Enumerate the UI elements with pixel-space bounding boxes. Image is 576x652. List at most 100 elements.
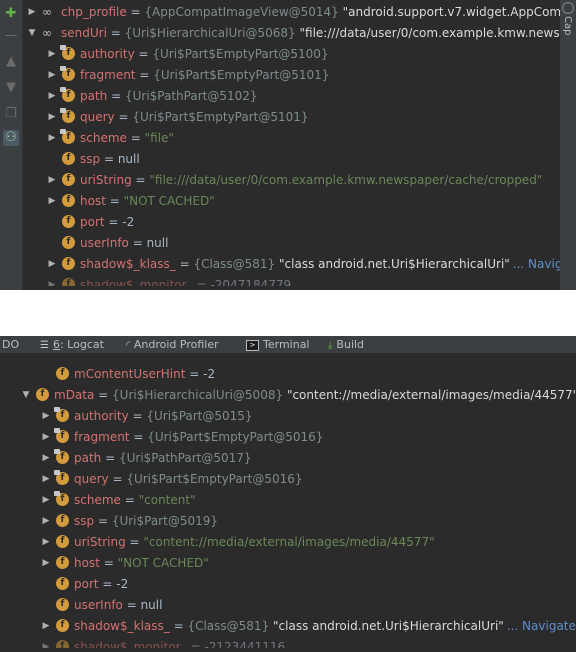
tree-row[interactable]: ▼ ∞ sendUri = {Uri$HierarchicalUri@5068} "… — [26, 23, 576, 44]
tree-row[interactable]: f mContentUserHint = -2 — [40, 364, 215, 385]
field-value: "content://media/external/images/media/4… — [143, 535, 435, 549]
equals-sign: = — [169, 619, 188, 633]
move-down-icon[interactable]: ▼ — [3, 80, 19, 96]
equals-sign: = — [134, 47, 153, 61]
field-name: shadow$_klass_ — [80, 257, 176, 271]
field-value: "content" — [138, 493, 196, 507]
object-reference-icon: ∞ — [42, 26, 52, 40]
tree-row[interactable]: ▶ f host = "NOT CACHED" — [40, 553, 209, 574]
tree-row[interactable]: ▶ f query = {Uri$Part$EmptyPart@5101} — [46, 107, 309, 128]
terminal-tab[interactable]: > Terminal — [246, 336, 310, 353]
tree-row[interactable]: ▶ f fragment = {Uri$Part$EmptyPart@5101} — [46, 65, 329, 86]
field-value: "content://media/external/images/media/4… — [286, 388, 576, 402]
type-reference: {Uri$HierarchicalUri@5008} — [112, 388, 284, 402]
field-value: -2 — [203, 367, 216, 381]
equals-sign: = — [114, 110, 133, 124]
logcat-tab[interactable]: ☰ 6: Logcat — [40, 336, 104, 354]
expand-arrow-icon[interactable]: ▶ — [40, 490, 52, 511]
navigate-link[interactable]: ... Navigate — [507, 619, 576, 633]
expand-arrow-icon[interactable]: ▶ — [46, 44, 58, 65]
type-reference: {Uri$Part$EmptyPart@5016} — [126, 472, 303, 486]
right-tool-strip: Cap — [560, 0, 576, 290]
tree-row[interactable]: ▶ f host = "NOT CACHED" — [46, 191, 215, 212]
build-tab-label: Build — [336, 338, 365, 351]
expand-arrow-icon[interactable]: ▶ — [40, 553, 52, 574]
tree-row[interactable]: ▶ f shadow$_klass_ = {Class@581} "class an… — [46, 254, 576, 275]
remove-watch-icon[interactable]: — — [3, 28, 19, 44]
tree-row[interactable]: ▶ f ssp = {Uri$Part@5019} — [40, 511, 218, 532]
expand-arrow-icon[interactable]: ▶ — [46, 128, 58, 149]
final-field-icon: f — [54, 470, 69, 485]
debugger-variables-panel-bottom: DO ☰ 6: Logcat ◜ Android Profiler > Termina… — [0, 336, 576, 652]
tree-row[interactable]: ▶ f fragment = {Uri$Part$EmptyPart@5016} — [40, 427, 323, 448]
field-name: host — [74, 556, 100, 570]
expand-arrow-icon[interactable]: ▶ — [46, 191, 58, 212]
tree-row[interactable]: ▶ f shadow$_klass_ = {Class@581} "class an… — [40, 616, 576, 637]
expand-arrow-icon[interactable]: ▶ — [40, 448, 52, 469]
field-icon: f — [62, 278, 75, 286]
expand-arrow-icon[interactable]: ▶ — [40, 469, 52, 490]
expand-arrow-icon[interactable]: ▶ — [40, 532, 52, 553]
field-value: "android.support.v7.widget.AppCompatImag — [342, 5, 576, 19]
tree-row[interactable]: ▶ ∞ chp_profile = {AppCompatImageView@5014… — [26, 2, 576, 23]
field-icon: f — [62, 194, 75, 207]
expand-arrow-icon[interactable]: ▶ — [46, 170, 58, 191]
tree-row[interactable]: ▶ f path = {Uri$PathPart@5017} — [40, 448, 252, 469]
equals-sign: = — [101, 451, 119, 465]
tree-row[interactable]: ▶ f shadow$_monitor_ = -2123441116 — [40, 637, 285, 648]
tree-row[interactable]: ▶ f shadow$_monitor_ = -2047184779 — [46, 275, 291, 286]
watches-toggle-icon[interactable]: ⚇ — [3, 130, 19, 146]
todo-tab[interactable]: DO — [2, 336, 19, 353]
captures-tab[interactable]: Cap — [562, 16, 573, 35]
tree-row[interactable]: f port = -2 — [40, 574, 128, 595]
field-value: "class android.net.Uri$HierarchicalUri" — [279, 257, 510, 271]
tree-row[interactable]: ▶ f uriString = "content://media/external/… — [40, 532, 435, 553]
expand-arrow-icon[interactable]: ▶ — [40, 637, 52, 648]
expand-arrow-icon[interactable]: ▶ — [46, 86, 58, 107]
final-field-icon: f — [54, 428, 69, 443]
field-value: null — [140, 598, 163, 612]
tree-row[interactable]: f port = -2 — [46, 212, 134, 233]
expand-arrow-icon[interactable]: ▶ — [40, 427, 52, 448]
collapse-arrow-icon[interactable]: ▼ — [20, 385, 32, 406]
field-value: null — [117, 152, 140, 166]
field-icon: f — [36, 388, 49, 401]
tree-row[interactable]: f userInfo = null — [46, 233, 168, 254]
expand-arrow-icon[interactable]: ▶ — [26, 2, 38, 23]
tree-row[interactable]: ▶ f authority = {Uri$Part@5015} — [40, 406, 253, 427]
field-name: path — [74, 451, 102, 465]
field-name: uriString — [80, 173, 132, 187]
move-up-icon[interactable]: ▲ — [3, 54, 19, 70]
type-reference: {AppCompatImageView@5014} — [144, 5, 339, 19]
build-tab[interactable]: ⤓ Build — [328, 336, 364, 354]
tree-row[interactable]: ▶ f scheme = "content" — [40, 490, 196, 511]
tree-row[interactable]: ▶ f scheme = "file" — [46, 128, 174, 149]
equals-sign: = — [94, 514, 112, 528]
tree-row[interactable]: ▶ f path = {Uri$PathPart@5102} — [46, 86, 258, 107]
expand-arrow-icon[interactable]: ▶ — [46, 65, 58, 86]
field-icon: f — [56, 619, 69, 632]
object-reference-icon: ∞ — [42, 5, 52, 19]
field-icon: f — [62, 257, 75, 270]
field-icon: f — [62, 173, 75, 186]
android-profiler-tab[interactable]: ◜ Android Profiler — [126, 336, 219, 354]
tree-row[interactable]: f ssp = null — [46, 149, 140, 170]
expand-arrow-icon[interactable]: ▶ — [40, 511, 52, 532]
expand-arrow-icon[interactable]: ▶ — [40, 616, 52, 637]
copy-icon[interactable]: ❐ — [3, 106, 19, 122]
expand-arrow-icon[interactable]: ▶ — [46, 254, 58, 275]
settings-icon[interactable] — [562, 2, 574, 14]
tree-row[interactable]: f userInfo = null — [40, 595, 162, 616]
tree-row[interactable]: ▼ f mData = {Uri$HierarchicalUri@5008} "co… — [20, 385, 576, 406]
collapse-arrow-icon[interactable]: ▼ — [26, 23, 38, 44]
final-field-icon: f — [60, 45, 75, 60]
type-reference: {Uri$PathPart@5102} — [124, 89, 258, 103]
add-watch-icon[interactable]: ✚ — [3, 6, 19, 22]
tree-row[interactable]: ▶ f authority = {Uri$Part$EmptyPart@5100} — [46, 44, 329, 65]
tree-row[interactable]: ▶ f uriString = "file:///data/user/0/com.e… — [46, 170, 542, 191]
expand-arrow-icon[interactable]: ▶ — [40, 406, 52, 427]
field-icon: f — [56, 367, 69, 380]
expand-arrow-icon[interactable]: ▶ — [46, 107, 58, 128]
expand-arrow-icon[interactable]: ▶ — [46, 275, 58, 286]
tree-row[interactable]: ▶ f query = {Uri$Part$EmptyPart@5016} — [40, 469, 303, 490]
